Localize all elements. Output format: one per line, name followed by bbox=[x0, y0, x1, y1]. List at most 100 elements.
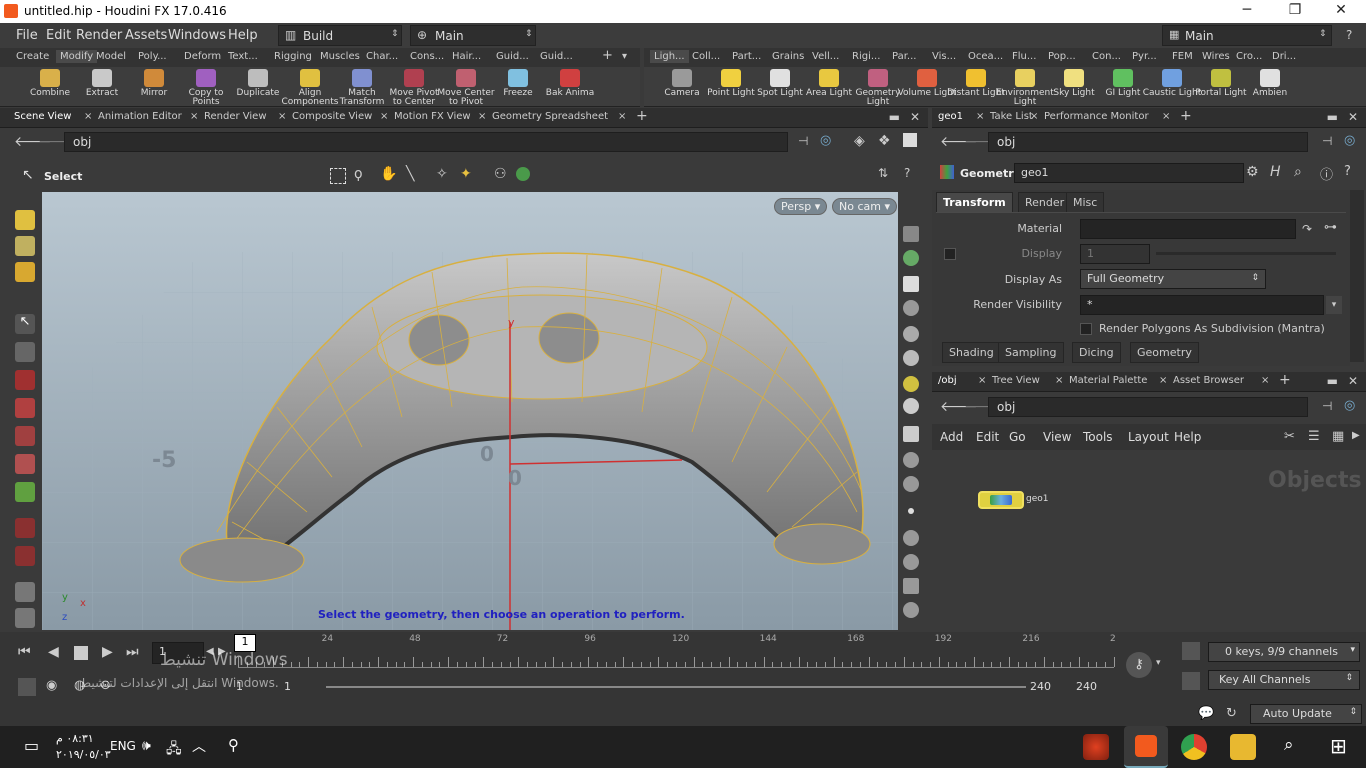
tab-geometry[interactable]: Geometry bbox=[1130, 342, 1199, 363]
shelf-tab-fem[interactable]: FEM bbox=[1172, 51, 1193, 62]
shelf-tab-modify[interactable]: Modify bbox=[56, 50, 98, 63]
scale-tool-icon[interactable] bbox=[15, 454, 35, 474]
shelf-tab-hair[interactable]: Hair... bbox=[452, 51, 481, 62]
play-icon[interactable]: ▶ bbox=[102, 644, 113, 660]
tab-close-icon[interactable]: × bbox=[1030, 111, 1038, 122]
render-visibility-dropdown[interactable]: ▾ bbox=[1326, 296, 1342, 314]
keys-info-box[interactable]: 0 keys, 9/9 channels ▾ bbox=[1208, 642, 1360, 662]
display-slider[interactable] bbox=[1156, 252, 1336, 255]
display-options-icon[interactable] bbox=[903, 226, 919, 242]
viewport-canvas[interactable] bbox=[42, 192, 898, 630]
tab-close-icon[interactable]: × bbox=[278, 111, 286, 122]
render-visibility-field[interactable]: * bbox=[1080, 295, 1324, 315]
stop-icon[interactable] bbox=[74, 646, 88, 660]
shelf-tab-coll[interactable]: Coll... bbox=[692, 51, 720, 62]
tab-close-icon[interactable]: × bbox=[380, 111, 388, 122]
operator-chooser-icon[interactable]: ⊶ bbox=[1324, 220, 1337, 235]
pane-tab-render-view[interactable]: Render View bbox=[204, 111, 267, 122]
light-bulb-icon[interactable] bbox=[903, 350, 919, 366]
audio-icon[interactable]: ◉ bbox=[46, 678, 57, 693]
restore-button[interactable]: ❐ bbox=[1272, 2, 1318, 18]
ghost-icon[interactable] bbox=[903, 250, 919, 266]
shelf-tab-pyr[interactable]: Pyr... bbox=[1132, 51, 1157, 62]
tab-misc[interactable]: Misc bbox=[1066, 192, 1105, 213]
add-pane-tab-icon[interactable]: + bbox=[636, 108, 648, 124]
shelf-tab-create[interactable]: Create bbox=[16, 51, 49, 62]
node-name-field[interactable]: geo1 bbox=[1014, 163, 1244, 183]
shelf-tab-ocea[interactable]: Ocea... bbox=[968, 51, 1003, 62]
topology-icon[interactable]: ⚇ bbox=[494, 166, 507, 182]
laser-select-icon[interactable]: ╲ bbox=[406, 166, 414, 182]
snap-icon[interactable] bbox=[15, 518, 35, 538]
expand-arrow-icon[interactable]: ▶ bbox=[1352, 430, 1360, 441]
clock-time[interactable]: ٠٨:٣١ م bbox=[56, 732, 94, 745]
network-menu-edit[interactable]: Edit bbox=[976, 430, 999, 444]
dynamics-mode-icon[interactable] bbox=[15, 262, 35, 282]
link-icon[interactable]: ◎ bbox=[1344, 398, 1355, 413]
grid-view-icon[interactable]: ▦ bbox=[1332, 429, 1344, 444]
paint-select-icon[interactable]: ✋ bbox=[380, 166, 397, 182]
play-reverse-icon[interactable]: ◀ bbox=[48, 644, 59, 660]
range-start2-value[interactable]: 1 bbox=[284, 680, 291, 693]
remove-icon[interactable] bbox=[903, 300, 919, 316]
points-icon[interactable] bbox=[903, 476, 919, 492]
app-icon-1[interactable] bbox=[1083, 734, 1109, 760]
material-field[interactable] bbox=[1080, 219, 1296, 239]
pin-icon[interactable]: ⊣ bbox=[1322, 134, 1332, 148]
range-slider[interactable] bbox=[326, 686, 1026, 688]
pane-tab-obj[interactable]: /obj bbox=[938, 375, 957, 386]
shelf-tab-poly[interactable]: Poly... bbox=[138, 51, 167, 62]
point-display-icon[interactable] bbox=[908, 508, 914, 514]
help-icon[interactable]: ? bbox=[1344, 164, 1351, 179]
pane-tab-motion-fx-view[interactable]: Motion FX View bbox=[394, 111, 471, 122]
world-select-icon[interactable] bbox=[516, 167, 530, 181]
tools-icon[interactable]: ✂ bbox=[1284, 429, 1295, 444]
action-center-icon[interactable]: ▭ bbox=[24, 736, 39, 755]
lasso-icon[interactable]: ϙ bbox=[354, 166, 363, 182]
vector-icon[interactable] bbox=[903, 554, 919, 570]
shelf-tab-text[interactable]: Text... bbox=[228, 51, 258, 62]
tool-move-center-to-pivot[interactable]: Move Center to Pivot bbox=[436, 67, 496, 107]
menu-assets[interactable]: Assets bbox=[125, 28, 167, 43]
tool-mirror[interactable]: Mirror bbox=[124, 67, 184, 98]
network-icon[interactable]: 🖧 bbox=[166, 738, 182, 762]
people-icon[interactable]: ⚲ bbox=[228, 736, 239, 754]
pane-close-icon[interactable]: ✕ bbox=[1348, 110, 1358, 124]
tab-transform[interactable]: Transform bbox=[936, 192, 1013, 213]
add-shelf-tab-icon[interactable]: + bbox=[602, 48, 613, 63]
move-tool-icon[interactable] bbox=[15, 398, 35, 418]
shelf-tab-cons[interactable]: Cons... bbox=[410, 51, 444, 62]
pose-tool-icon[interactable] bbox=[15, 482, 35, 502]
handle-icon[interactable] bbox=[15, 370, 35, 390]
dopesheet-icon[interactable] bbox=[1182, 672, 1200, 690]
select-groups-icon[interactable]: ✦ bbox=[460, 166, 472, 182]
menu-windows[interactable]: Windows bbox=[168, 28, 226, 43]
chevron-up-icon[interactable]: ︿ bbox=[192, 736, 206, 756]
display-cube-icon[interactable]: ◈ bbox=[854, 133, 865, 149]
geo1-node[interactable] bbox=[978, 491, 1024, 509]
pane-close-icon[interactable]: ✕ bbox=[910, 110, 920, 124]
gear-icon[interactable]: ⚙ bbox=[1246, 164, 1259, 180]
minimize-button[interactable]: ─ bbox=[1224, 2, 1270, 18]
snapshot-icon[interactable] bbox=[903, 426, 919, 442]
tab-close-icon[interactable]: × bbox=[618, 111, 626, 122]
network-menu-go[interactable]: Go bbox=[1009, 430, 1026, 444]
search-icon[interactable]: ⌕ bbox=[1284, 735, 1294, 755]
tab-close-icon[interactable]: × bbox=[478, 111, 486, 122]
camera-persp-menu[interactable]: Persp ▾ bbox=[774, 198, 828, 215]
tab-shading[interactable]: Shading bbox=[942, 342, 1001, 363]
param-scrollbar[interactable] bbox=[1350, 190, 1364, 362]
shelf-tab-muscles[interactable]: Muscles bbox=[320, 51, 360, 62]
geometry-mode-icon[interactable] bbox=[15, 236, 35, 256]
construction-icon[interactable] bbox=[15, 582, 35, 602]
help-circle-icon[interactable]: ? bbox=[1346, 28, 1352, 42]
tab-sampling[interactable]: Sampling bbox=[998, 342, 1064, 363]
file-explorer-icon[interactable] bbox=[1230, 734, 1256, 760]
pane-tab-geometry-spreadsheet[interactable]: Geometry Spreadsheet bbox=[492, 111, 608, 122]
volume-icon[interactable]: 🕪 bbox=[142, 738, 151, 754]
camera-select-menu[interactable]: No cam ▾ bbox=[832, 198, 897, 215]
hscript-icon[interactable]: H bbox=[1270, 164, 1281, 180]
tool-move-pivot-to-center[interactable]: Move Pivot to Center bbox=[384, 67, 444, 107]
pane-tab-scene-view[interactable]: Scene View bbox=[14, 111, 71, 122]
shelf-tab-vell[interactable]: Vell... bbox=[812, 51, 839, 62]
